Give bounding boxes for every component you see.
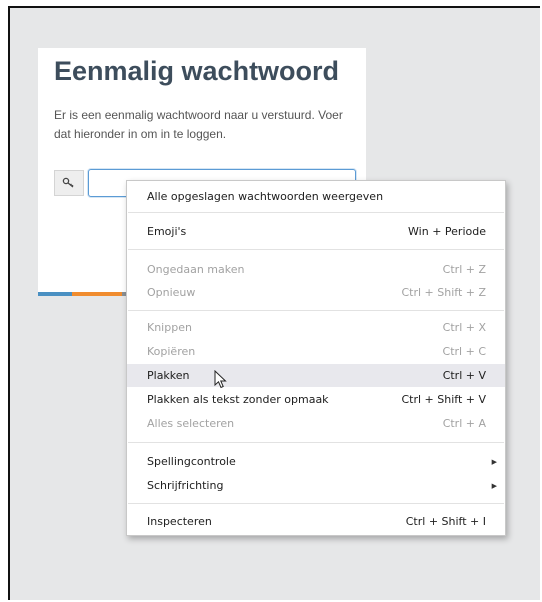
menu-separator (128, 212, 504, 213)
menu-separator (128, 503, 504, 504)
menu-item-writing-direction[interactable]: Schrijfrichting ▶ (127, 474, 505, 497)
menu-item-shortcut: Ctrl + Shift + I (405, 515, 486, 528)
brand-stripe-blue (38, 292, 72, 296)
menu-item-paste-plain[interactable]: Plakken als tekst zonder opmaak Ctrl + S… (127, 388, 505, 411)
menu-item-label: Schrijfrichting (147, 479, 224, 492)
menu-item-label: Inspecteren (147, 515, 212, 528)
menu-item-paste[interactable]: Plakken Ctrl + V (127, 364, 505, 387)
menu-item-select-all[interactable]: Alles selecteren Ctrl + A (127, 412, 505, 435)
menu-item-shortcut: Ctrl + C (442, 345, 486, 358)
menu-item-cut[interactable]: Knippen Ctrl + X (127, 316, 505, 339)
menu-item-label: Alles selecteren (147, 417, 235, 430)
mouse-cursor-icon (214, 370, 227, 389)
menu-separator (128, 310, 504, 311)
menu-item-shortcut: Ctrl + Z (442, 263, 486, 276)
menu-item-copy[interactable]: Kopiëren Ctrl + C (127, 340, 505, 363)
menu-item-shortcut: Ctrl + V (442, 369, 486, 382)
menu-item-label: Ongedaan maken (147, 263, 245, 276)
menu-separator (128, 249, 504, 250)
menu-item-shortcut: Ctrl + Shift + Z (401, 286, 486, 299)
menu-item-redo[interactable]: Opnieuw Ctrl + Shift + Z (127, 281, 505, 304)
menu-item-spellcheck[interactable]: Spellingcontrole ▶ (127, 450, 505, 473)
menu-item-label: Alle opgeslagen wachtwoorden weergeven (147, 190, 384, 203)
submenu-arrow-icon: ▶ (491, 457, 497, 466)
menu-item-label: Opnieuw (147, 286, 196, 299)
menu-item-shortcut: Ctrl + A (442, 417, 486, 430)
key-icon-button (54, 170, 84, 196)
menu-item-label: Plakken als tekst zonder opmaak (147, 393, 329, 406)
menu-item-show-saved-passwords[interactable]: Alle opgeslagen wachtwoorden weergeven (127, 185, 505, 208)
menu-item-label: Emoji's (147, 225, 187, 238)
menu-item-undo[interactable]: Ongedaan maken Ctrl + Z (127, 258, 505, 281)
menu-item-label: Knippen (147, 321, 192, 334)
brand-stripe-orange (72, 292, 122, 296)
menu-item-shortcut: Ctrl + X (442, 321, 486, 334)
submenu-arrow-icon: ▶ (491, 481, 497, 490)
menu-separator (128, 442, 504, 443)
menu-item-shortcut: Win + Periode (408, 225, 486, 238)
menu-item-label: Plakken (147, 369, 190, 382)
menu-item-emoji[interactable]: Emoji's Win + Periode (127, 220, 505, 243)
key-icon (62, 177, 74, 188)
menu-item-inspect[interactable]: Inspecteren Ctrl + Shift + I (127, 510, 505, 533)
menu-item-shortcut: Ctrl + Shift + V (401, 393, 486, 406)
page-title: Eenmalig wachtwoord (54, 56, 340, 86)
context-menu: Alle opgeslagen wachtwoorden weergeven E… (126, 180, 506, 536)
menu-item-label: Spellingcontrole (147, 455, 236, 468)
instruction-text: Er is een eenmalig wachtwoord naar u ver… (54, 108, 343, 141)
menu-item-label: Kopiëren (147, 345, 196, 358)
